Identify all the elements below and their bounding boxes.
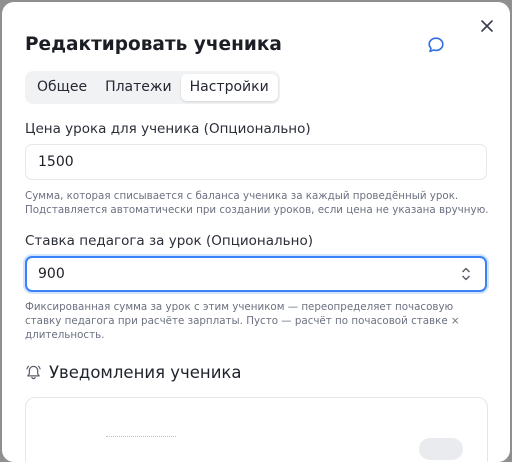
- notifications-header: Уведомления ученика: [25, 363, 242, 382]
- tab-payments[interactable]: Платежи: [96, 74, 181, 101]
- dialog-title: Редактировать ученика: [25, 34, 282, 55]
- teacher-rate-label: Ставка педагога за урок (Опционально): [25, 233, 313, 249]
- edit-student-dialog: Редактировать ученика Общее Платежи Наст…: [2, 2, 510, 462]
- lesson-price-input[interactable]: 1500: [25, 144, 487, 180]
- notifications-card: [25, 397, 488, 462]
- teacher-rate-input[interactable]: 900: [25, 256, 487, 292]
- number-stepper-icon[interactable]: [461, 267, 471, 281]
- teacher-rate-value: 900: [38, 266, 65, 282]
- tab-general[interactable]: Общее: [28, 74, 96, 101]
- lesson-price-value: 1500: [38, 154, 74, 170]
- teacher-rate-hint: Фиксированная сумма за урок с этим учени…: [25, 301, 460, 341]
- lesson-price-hint: Сумма, которая списывается с баланса уче…: [25, 190, 489, 216]
- notification-row-label: [106, 436, 176, 442]
- notification-toggle[interactable]: [419, 438, 463, 460]
- notifications-title: Уведомления ученика: [49, 363, 242, 382]
- tab-settings[interactable]: Настройки: [180, 74, 278, 101]
- bell-icon: [26, 365, 41, 380]
- tab-bar: Общее Платежи Настройки: [25, 71, 280, 104]
- lesson-price-label: Цена урока для ученика (Опционально): [25, 121, 311, 137]
- chat-bubble-icon[interactable]: [427, 36, 445, 54]
- close-icon[interactable]: [479, 18, 495, 34]
